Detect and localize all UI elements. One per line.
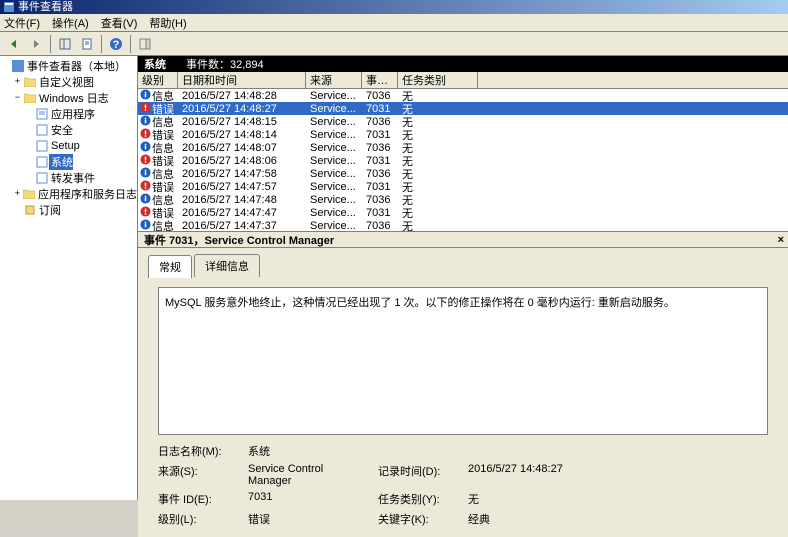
- event-count: 事件数：32,894: [186, 56, 264, 72]
- log-icon: [35, 108, 49, 120]
- window-titlebar: 事件查看器: [0, 0, 788, 14]
- forward-button[interactable]: [26, 34, 46, 54]
- table-row[interactable]: 错误2016/5/27 14:47:47Service...7031无: [138, 206, 788, 219]
- folder-open-icon: [23, 93, 37, 103]
- tree-custom-views[interactable]: +自定义视图: [0, 74, 137, 90]
- properties-button[interactable]: [77, 34, 97, 54]
- folder-icon: [23, 189, 36, 199]
- separator: [50, 35, 51, 53]
- col-datetime[interactable]: 日期和时间: [178, 72, 306, 88]
- menu-file[interactable]: 文件(F): [4, 15, 40, 31]
- table-row[interactable]: 信息2016/5/27 14:48:15Service...7036无: [138, 115, 788, 128]
- show-hide-button[interactable]: [55, 34, 75, 54]
- value-level: 错误: [248, 511, 368, 527]
- detail-title: 事件 7031，Service Control Manager: [144, 232, 334, 248]
- label-task: 任务类别(Y):: [378, 491, 458, 507]
- info-icon: [140, 219, 151, 232]
- tree-system[interactable]: 系统: [0, 154, 137, 170]
- subscription-icon: [23, 204, 37, 216]
- tab-general[interactable]: 常规: [148, 255, 192, 278]
- table-row[interactable]: 错误2016/5/27 14:48:06Service...7031无: [138, 154, 788, 167]
- value-source: Service Control Manager: [248, 463, 368, 487]
- detail-title-bar: 事件 7031，Service Control Manager ×: [138, 232, 788, 248]
- detail-tabs: 常规 详细信息: [138, 248, 788, 277]
- col-level[interactable]: 级别: [138, 72, 178, 88]
- table-row[interactable]: 信息2016/5/27 14:47:48Service...7036无: [138, 193, 788, 206]
- log-icon: [35, 172, 49, 184]
- label-logged: 记录时间(D):: [378, 463, 458, 487]
- folder-icon: [23, 77, 37, 87]
- table-row[interactable]: 错误2016/5/27 14:48:14Service...7031无: [138, 128, 788, 141]
- col-source[interactable]: 来源: [306, 72, 362, 88]
- breadcrumb-category: 系统: [144, 56, 166, 72]
- event-grid[interactable]: 信息2016/5/27 14:48:28Service...7036无错误201…: [138, 89, 788, 231]
- table-row[interactable]: 信息2016/5/27 14:48:07Service...7036无: [138, 141, 788, 154]
- table-row[interactable]: 错误2016/5/27 14:48:27Service...7031无: [138, 102, 788, 115]
- menu-action[interactable]: 操作(A): [52, 15, 89, 31]
- tree-app-service-logs[interactable]: +应用程序和服务日志: [0, 186, 137, 202]
- tree-application[interactable]: 应用程序: [0, 106, 137, 122]
- separator: [130, 35, 131, 53]
- tab-details[interactable]: 详细信息: [194, 254, 260, 277]
- table-row[interactable]: 信息2016/5/27 14:47:37Service...7036无: [138, 219, 788, 231]
- event-viewer-icon: [11, 60, 25, 72]
- tree-subscriptions[interactable]: 订阅: [0, 202, 137, 218]
- action-pane-button[interactable]: [135, 34, 155, 54]
- tree-windows-logs[interactable]: −Windows 日志: [0, 90, 137, 106]
- back-button[interactable]: [4, 34, 24, 54]
- value-logname: 系统: [248, 443, 368, 459]
- log-icon: [35, 156, 49, 168]
- value-keywords: 经典: [468, 511, 608, 527]
- menubar: 文件(F) 操作(A) 查看(V) 帮助(H): [0, 14, 788, 32]
- value-eventid: 7031: [248, 491, 368, 507]
- close-icon[interactable]: ×: [778, 234, 784, 246]
- label-keywords: 关键字(K):: [378, 511, 458, 527]
- event-properties: 日志名称(M): 系统 来源(S): Service Control Manag…: [158, 443, 768, 527]
- label-logname: 日志名称(M):: [158, 443, 238, 459]
- tree-root[interactable]: 事件查看器（本地）: [0, 58, 137, 74]
- event-message: MySQL 服务意外地终止，这种情况已经出现了 1 次。以下的修正操作将在 0 …: [158, 287, 768, 435]
- value-logged: 2016/5/27 14:48:27: [468, 463, 608, 487]
- tree-security[interactable]: 安全: [0, 122, 137, 138]
- col-task[interactable]: 任务类别: [398, 72, 478, 88]
- separator: [101, 35, 102, 53]
- log-icon: [35, 140, 49, 152]
- col-eventid[interactable]: 事…: [362, 72, 398, 88]
- toolbar: ?: [0, 32, 788, 56]
- label-source: 来源(S):: [158, 463, 238, 487]
- menu-help[interactable]: 帮助(H): [149, 15, 186, 31]
- table-row[interactable]: 错误2016/5/27 14:47:57Service...7031无: [138, 180, 788, 193]
- menu-view[interactable]: 查看(V): [101, 15, 138, 31]
- log-icon: [35, 124, 49, 136]
- app-icon: [4, 2, 14, 12]
- table-row[interactable]: 信息2016/5/27 14:47:58Service...7036无: [138, 167, 788, 180]
- grid-header: 级别 日期和时间 来源 事… 任务类别: [138, 72, 788, 89]
- value-task: 无: [468, 491, 608, 507]
- window-title: 事件查看器: [18, 0, 73, 14]
- tree-setup[interactable]: Setup: [0, 138, 137, 154]
- detail-pane: 事件 7031，Service Control Manager × 常规 详细信…: [138, 231, 788, 537]
- table-row[interactable]: 信息2016/5/27 14:48:28Service...7036无: [138, 89, 788, 102]
- label-eventid: 事件 ID(E):: [158, 491, 238, 507]
- help-button[interactable]: ?: [106, 34, 126, 54]
- nav-tree[interactable]: 事件查看器（本地） +自定义视图 −Windows 日志 应用程序 安全 Set…: [0, 56, 138, 500]
- svg-text:?: ?: [113, 39, 120, 51]
- breadcrumb-bar: 系统 事件数：32,894: [138, 56, 788, 72]
- label-level: 级别(L):: [158, 511, 238, 527]
- tree-forwarded[interactable]: 转发事件: [0, 170, 137, 186]
